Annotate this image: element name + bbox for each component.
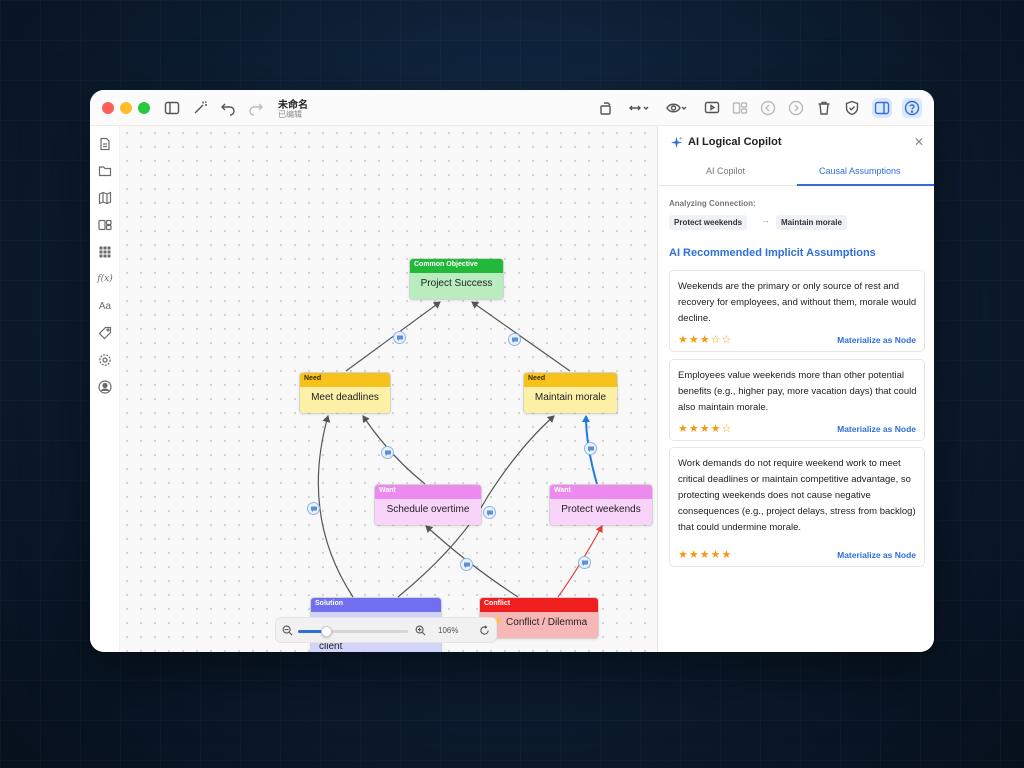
- node-type-label: Need: [300, 373, 390, 387]
- sparkle-icon: [670, 136, 683, 149]
- tab-causal-assumptions[interactable]: Causal Assumptions: [819, 166, 901, 176]
- reset-zoom-icon[interactable]: [478, 624, 491, 637]
- map-icon[interactable]: [97, 190, 113, 206]
- node-type-label: Common Objective: [410, 259, 503, 273]
- eye-icon[interactable]: [664, 98, 690, 118]
- settings-icon[interactable]: [97, 352, 113, 368]
- edge-comment-icon[interactable]: [460, 558, 473, 571]
- folder-icon[interactable]: [97, 163, 113, 179]
- materialize-as-node-button[interactable]: Materialize as Node: [837, 550, 916, 560]
- forward-icon[interactable]: [786, 98, 806, 118]
- materialize-as-node-button[interactable]: Materialize as Node: [837, 335, 916, 345]
- titlebar: 未命名 已编辑: [90, 90, 934, 126]
- node-type-label: Want: [375, 485, 481, 499]
- layout-icon[interactable]: [730, 98, 750, 118]
- left-sidebar: f(x) Aa: [90, 126, 120, 652]
- maximize-window-button[interactable]: [138, 102, 150, 114]
- undo-icon[interactable]: [218, 98, 238, 118]
- shield-icon[interactable]: [842, 98, 862, 118]
- node-label: Conflict / Dilemma: [506, 617, 588, 628]
- node-common-objective[interactable]: Common Objective Project Success: [409, 258, 504, 300]
- node-label: Protect weekends: [550, 499, 652, 525]
- node-label: Project Success: [410, 273, 503, 299]
- zoom-out-icon[interactable]: [281, 624, 294, 637]
- zoom-level: 106%: [438, 626, 459, 635]
- edge-comment-icon[interactable]: [483, 506, 496, 519]
- edge-want1-need1: [362, 415, 426, 485]
- zoom-in-icon[interactable]: [414, 624, 427, 637]
- active-tab-indicator: [797, 184, 934, 186]
- document-icon[interactable]: [97, 136, 113, 152]
- rating-stars: ★★★★☆: [678, 423, 733, 435]
- edge-solution-need1: [317, 415, 354, 598]
- node-conflict[interactable]: Conflict ⚡ Conflict / Dilemma: [479, 597, 599, 639]
- node-type-label: Solution: [311, 598, 441, 612]
- rotate-icon[interactable]: [596, 98, 616, 118]
- tab-ai-copilot[interactable]: AI Copilot: [706, 166, 745, 176]
- node-body: ⚡ Conflict / Dilemma: [480, 612, 598, 638]
- node-type-label: Conflict: [480, 598, 598, 612]
- layout-icon[interactable]: [97, 217, 113, 233]
- magic-wand-icon[interactable]: [190, 98, 210, 118]
- edge-comment-icon[interactable]: [578, 556, 591, 569]
- assumption-text: Work demands do not require weekend work…: [678, 458, 916, 533]
- assumption-text: Weekends are the primary or only source …: [678, 281, 917, 324]
- redo-icon[interactable]: [246, 98, 266, 118]
- present-icon[interactable]: [702, 98, 722, 118]
- grid-icon[interactable]: [97, 244, 113, 260]
- node-label: Maintain morale: [524, 387, 617, 413]
- zoom-slider-handle[interactable]: [320, 626, 332, 637]
- assumption-card: Weekends are the primary or only source …: [669, 270, 925, 352]
- trash-icon[interactable]: [814, 98, 834, 118]
- zoom-control: 106%: [275, 617, 497, 643]
- diagram-canvas[interactable]: Common Objective Project Success Need Me…: [120, 126, 657, 652]
- edge-comment-icon[interactable]: [508, 333, 521, 346]
- tag-icon[interactable]: [97, 325, 113, 341]
- expand-horizontal-icon[interactable]: [626, 98, 652, 118]
- panel-tabs: AI Copilot Causal Assumptions: [658, 158, 934, 186]
- edge-comment-icon[interactable]: [307, 502, 320, 515]
- materialize-as-node-button[interactable]: Materialize as Node: [837, 424, 916, 434]
- edge-comment-icon[interactable]: [584, 442, 597, 455]
- user-icon[interactable]: [97, 379, 113, 395]
- function-icon[interactable]: f(x): [97, 271, 113, 287]
- node-type-label: Want: [550, 485, 652, 499]
- node-need-meet-deadlines[interactable]: Need Meet deadlines: [299, 372, 391, 414]
- app-window: 未命名 已编辑 f(x) Aa Common Objective Project…: [90, 90, 934, 652]
- panel-title: AI Logical Copilot: [688, 136, 782, 148]
- rating-stars: ★★★☆☆: [678, 334, 733, 346]
- back-icon[interactable]: [758, 98, 778, 118]
- section-title: AI Recommended Implicit Assumptions: [669, 247, 876, 259]
- node-need-maintain-morale[interactable]: Need Maintain morale: [523, 372, 618, 414]
- ai-copilot-panel: AI Logical Copilot ✕ AI Copilot Causal A…: [657, 126, 934, 652]
- assumption-card: Employees value weekends more than other…: [669, 359, 925, 441]
- sidebar-toggle-icon[interactable]: [162, 98, 182, 118]
- connection-arrow: →: [761, 215, 770, 225]
- node-want-schedule-overtime[interactable]: Want Schedule overtime: [374, 484, 482, 526]
- document-status: 已编辑: [278, 110, 302, 119]
- text-style-icon[interactable]: Aa: [97, 298, 113, 314]
- edge-comment-icon[interactable]: [393, 331, 406, 344]
- assumption-card: Work demands do not require weekend work…: [669, 447, 925, 567]
- connection-from-chip: Protect weekends: [669, 215, 748, 230]
- panel-icon[interactable]: [872, 98, 892, 118]
- edge-comment-icon[interactable]: [381, 446, 394, 459]
- assumption-text: Employees value weekends more than other…: [678, 370, 917, 413]
- node-label: Meet deadlines: [300, 387, 390, 413]
- node-label: Schedule overtime: [375, 499, 481, 525]
- zoom-slider[interactable]: [298, 626, 408, 637]
- rating-stars: ★★★★★: [678, 549, 733, 561]
- node-type-label: Need: [524, 373, 617, 387]
- edge-need2-objective: [471, 301, 571, 372]
- connection-to-chip: Maintain morale: [776, 215, 847, 230]
- node-want-protect-weekends[interactable]: Want Protect weekends: [549, 484, 653, 526]
- minimize-window-button[interactable]: [120, 102, 132, 114]
- close-icon[interactable]: ✕: [914, 135, 924, 149]
- help-icon[interactable]: [902, 98, 922, 118]
- close-window-button[interactable]: [102, 102, 114, 114]
- analyzing-label: Analyzing Connection:: [669, 199, 756, 208]
